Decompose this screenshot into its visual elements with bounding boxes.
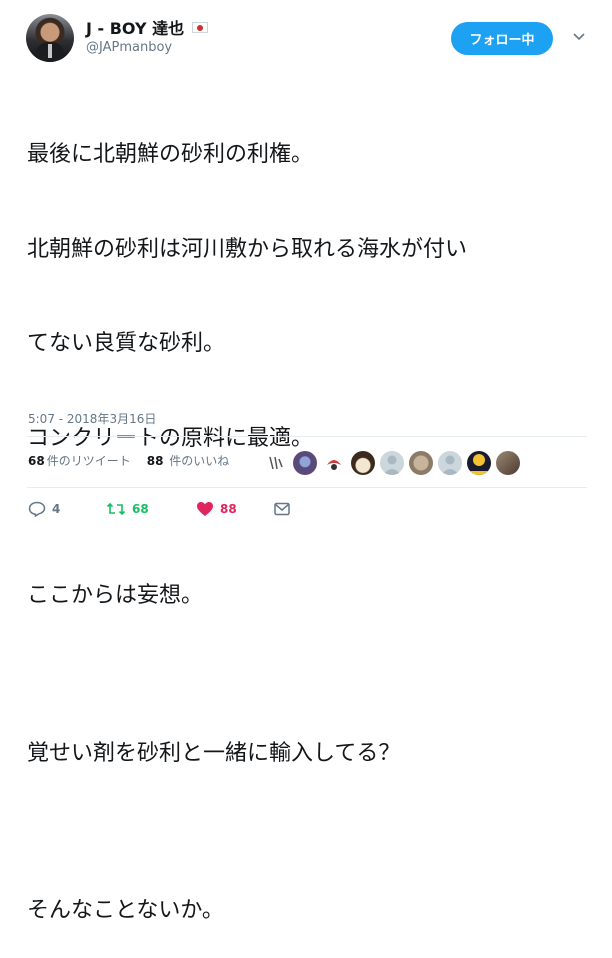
user-avatar[interactable]	[26, 14, 74, 62]
japan-flag-icon	[192, 21, 209, 33]
avatar-tie	[48, 44, 52, 58]
reply-icon	[28, 501, 46, 517]
reply-count: 4	[52, 502, 61, 516]
likes-count: 88	[146, 454, 164, 468]
name-row: J - BOY 達也	[86, 15, 209, 39]
display-name[interactable]: J - BOY 達也	[86, 15, 184, 39]
reply-button[interactable]: 4	[28, 501, 106, 517]
likes-label: 件のいいね	[165, 454, 230, 468]
retweet-button[interactable]: 68	[106, 501, 196, 517]
liker-avatar[interactable]	[293, 451, 317, 475]
tweet-line: そんなことないか。	[27, 898, 224, 923]
liker-avatar[interactable]	[438, 451, 462, 475]
liker-avatar[interactable]	[264, 451, 288, 475]
liker-avatar[interactable]	[322, 451, 346, 475]
liker-avatar[interactable]	[380, 451, 404, 475]
tweet-line: 北朝鮮の砂利は河川敷から取れる海水が付い	[27, 236, 468, 262]
following-button[interactable]: フォロー中	[451, 22, 553, 55]
tweet-line: コンクリートの原料に最適。	[27, 425, 314, 451]
tweet-actions: 4 68 88	[28, 498, 290, 520]
tweet-stats: 68 件のリツイート 88 件のいいね	[28, 452, 229, 469]
liker-avatar[interactable]	[496, 451, 520, 475]
tweet-timestamp[interactable]: 5:07 - 2018年3月16日	[28, 410, 156, 427]
tweet-line: てない良質な砂利。	[27, 331, 226, 356]
tweet-line: 覚せい剤を砂利と一緒に輸入してる？	[27, 740, 401, 766]
tweet-header: J - BOY 達也 @JAPmanboy フォロー中	[0, 0, 612, 70]
user-handle[interactable]: @JAPmanboy	[86, 40, 172, 55]
retweets-label: 件のリツイート	[46, 454, 131, 468]
chevron-down-icon[interactable]	[570, 28, 588, 46]
likers-avatars	[264, 451, 525, 475]
retweets-count: 68	[28, 454, 45, 468]
tweet-line: ここからは妄想。	[27, 583, 204, 608]
like-count: 88	[220, 502, 237, 516]
retweet-icon	[106, 501, 126, 517]
retweets-stat[interactable]: 68 件のリツイート	[28, 452, 131, 469]
liker-avatar[interactable]	[409, 451, 433, 475]
like-button[interactable]: 88	[196, 501, 274, 517]
divider	[27, 436, 587, 437]
liker-avatar[interactable]	[351, 451, 375, 475]
retweet-count: 68	[132, 502, 149, 516]
liker-avatar[interactable]	[467, 451, 491, 475]
heart-icon	[196, 501, 214, 517]
likes-stat[interactable]: 88 件のいいね	[147, 452, 230, 469]
divider	[27, 487, 587, 488]
tweet-line: 最後に北朝鮮の砂利の利権。	[27, 142, 314, 167]
mail-icon	[274, 502, 290, 516]
direct-message-button[interactable]	[274, 502, 290, 516]
